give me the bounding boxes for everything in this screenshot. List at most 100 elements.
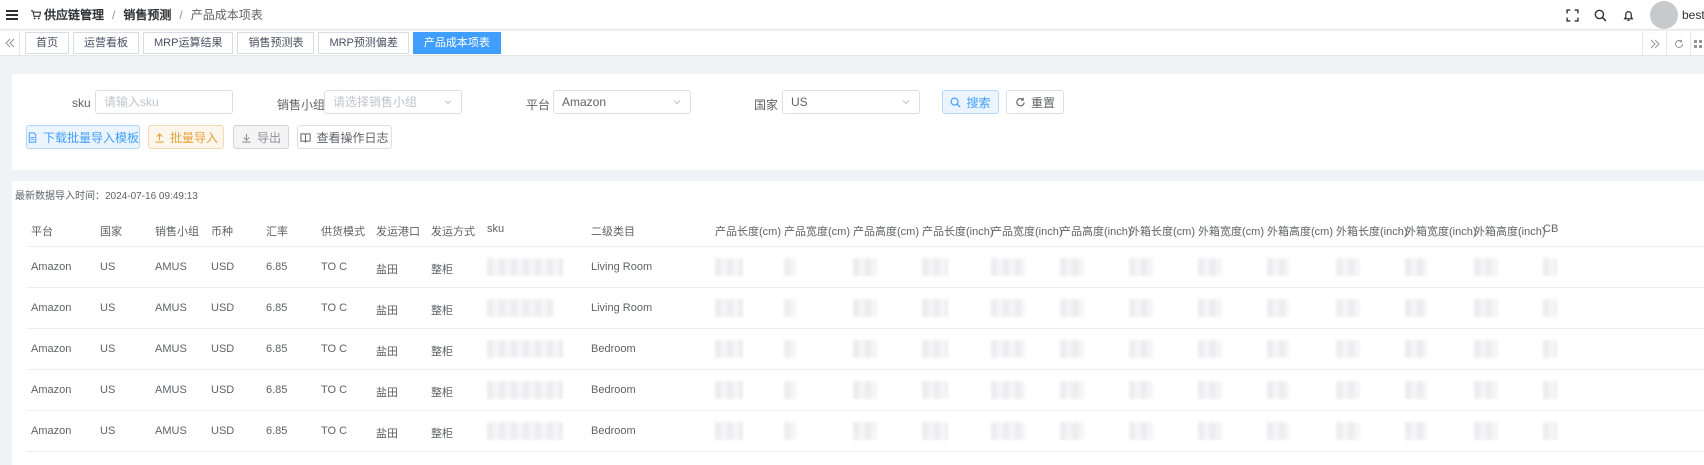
cell-dimension-redacted [853,258,877,276]
cell-dimension-redacted [1405,299,1427,317]
cell-country: US [100,384,116,396]
cell-sales-group: AMUS [155,384,187,396]
cell-category: Living Room [591,302,653,314]
country-select[interactable]: US [782,90,920,114]
import-time-text: 最新数据导入时间：2024-07-16 09:49:13 [15,191,198,202]
hamburger-menu-icon[interactable] [0,0,24,30]
cell-dimension-redacted [715,340,743,358]
cell-supply-mode: TO C [321,261,348,273]
cell-currency: USD [211,261,235,273]
cell-dimension-redacted [1543,258,1557,276]
tags-view: 首页 运营看板 MRP运算结果 销售预测表 MRP预测偏差 产品成本项表 [0,30,1704,56]
cell-port: 盐田 [376,305,398,317]
avatar[interactable] [1650,1,1678,29]
cell-dimension-redacted [715,381,743,399]
column-header: 外箱长度(inch) [1336,226,1408,238]
sales-group-placeholder: 请选择销售小组 [333,95,418,109]
column-header: 外箱宽度(cm) [1198,226,1264,238]
document-icon [28,131,37,143]
tags-scroll-right-icon[interactable] [1642,31,1666,56]
column-header: 产品高度(cm) [853,226,919,238]
search-icon[interactable] [1586,0,1614,30]
tag-ops-dashboard[interactable]: 运营看板 [73,32,139,54]
cell-dimension-redacted [784,340,796,358]
batch-import-button[interactable]: 批量导入 [148,125,224,149]
cell-sales-group: AMUS [155,343,187,355]
column-header: 销售小组 [155,226,199,238]
search-button[interactable]: 搜索 [942,90,999,114]
cell-dimension-redacted [1060,299,1084,317]
cell-exchange-rate: 6.85 [266,343,288,355]
cell-dimension-redacted [715,422,743,440]
tags-scroll-left-icon[interactable] [0,30,20,56]
username[interactable]: bestie [1682,8,1704,22]
export-button[interactable]: 导出 [233,125,289,149]
top-navbar: 供应链管理 / 销售预测 / 产品成本项表 bestie [0,0,1704,30]
table-row[interactable]: Amazon US AMUS USD 6.85 TO C 盐田 整柜 Living Room [27,247,1704,288]
breadcrumb-separator: / [112,7,116,22]
tag-mrp-deviation[interactable]: MRP预测偏差 [318,32,409,54]
cell-supply-mode: TO C [321,425,348,437]
sku-input[interactable]: 请输入sku [95,90,233,114]
cell-platform: Amazon [31,425,72,437]
cell-dimension-redacted [922,299,948,317]
column-header: 外箱宽度(inch) [1405,226,1477,238]
cell-dimension-redacted [1129,340,1153,358]
cell-dimension-redacted [1543,422,1557,440]
grid-menu-icon[interactable] [1690,31,1704,56]
cell-dimension-redacted [991,422,1025,440]
tag-mrp-result[interactable]: MRP运算结果 [143,32,234,54]
cell-dimension-redacted [715,299,743,317]
cell-dimension-redacted [1198,381,1222,399]
cell-currency: USD [211,302,235,314]
platform-select[interactable]: Amazon [553,90,691,114]
fullscreen-icon[interactable] [1558,0,1586,30]
cell-dimension-redacted [1405,258,1427,276]
view-log-button[interactable]: 查看操作日志 [297,125,392,149]
refresh-icon[interactable] [1666,31,1690,56]
cell-category: Bedroom [591,425,636,437]
tag-sales-forecast[interactable]: 销售预测表 [237,32,315,54]
sales-group-select[interactable]: 请选择销售小组 [324,90,462,114]
table-row[interactable]: Amazon US AMUS USD 6.85 TO C 盐田 整柜 Bedroom [27,370,1704,411]
tag-product-cost[interactable]: 产品成本项表 [412,32,501,54]
cell-dimension-redacted [1129,299,1153,317]
tags-list: 首页 运营看板 MRP运算结果 销售预测表 MRP预测偏差 产品成本项表 [25,32,505,54]
download-icon [242,133,251,143]
cell-ship-method: 整柜 [431,387,453,399]
cell-sales-group: AMUS [155,302,187,314]
bell-icon[interactable] [1614,0,1642,30]
table-row[interactable]: Amazon US AMUS USD 6.85 TO C 盐田 整柜 Bedroom [27,329,1704,370]
platform-value: Amazon [562,95,607,109]
cell-supply-mode: TO C [321,302,348,314]
column-header: 国家 [100,226,122,238]
cell-ship-method: 整柜 [431,305,453,317]
column-header: 外箱高度(cm) [1267,226,1333,238]
cell-sku-redacted [487,422,563,440]
cell-dimension-redacted [922,340,948,358]
cell-port: 盐田 [376,264,398,276]
table-row[interactable]: Amazon US AMUS USD 6.85 TO C 盐田 整柜 Living Room [27,288,1704,329]
search-button-label: 搜索 [966,95,991,110]
column-header: 产品高度(inch) [1060,226,1132,238]
reset-button[interactable]: 重置 [1006,90,1064,114]
cell-dimension-redacted [991,340,1025,358]
cell-currency: USD [211,384,235,396]
cell-dimension-redacted [1336,258,1360,276]
cell-dimension-redacted [853,299,877,317]
cell-port: 盐田 [376,428,398,440]
download-template-button[interactable]: 下载批量导入模板 [26,125,140,149]
breadcrumb-item-supply-chain[interactable]: 供应链管理 [44,6,104,23]
data-table-panel: 最新数据导入时间：2024-07-16 09:49:13 平台 国家 销售小组 … [12,181,1704,465]
table-row[interactable]: Amazon US AMUS USD 6.85 TO C 盐田 整柜 Bedroom [27,411,1704,452]
column-header: 二级类目 [591,226,635,238]
cell-sku-redacted [487,381,563,399]
batch-import-label: 批量导入 [169,130,218,145]
cell-dimension-redacted [1267,422,1289,440]
cell-dimension-redacted [922,258,948,276]
country-value: US [791,95,808,109]
breadcrumb-item-sales-forecast[interactable]: 销售预测 [123,6,171,23]
tag-home[interactable]: 首页 [25,32,69,54]
sales-group-label: 销售小组 [277,98,326,112]
cell-dimension-redacted [1543,381,1557,399]
